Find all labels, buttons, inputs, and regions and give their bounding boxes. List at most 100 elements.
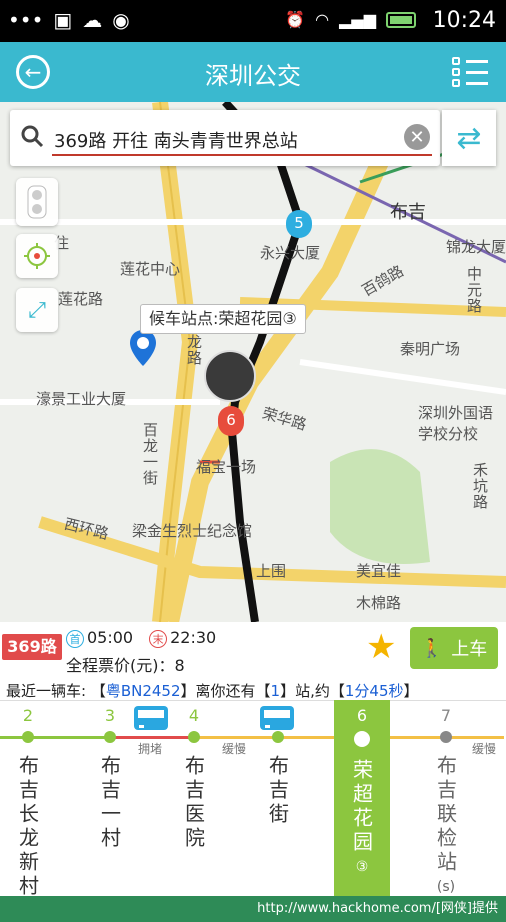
search-box[interactable]: 369路 开往 南头青青世界总站 ✕	[10, 110, 440, 166]
stop-dot	[354, 731, 370, 747]
stop-dot	[188, 731, 200, 743]
bus-icon	[134, 706, 173, 730]
last-bus-time: 末 22:30	[149, 628, 216, 648]
next-bus-mid: 】离你还有【	[180, 682, 271, 700]
page-title: 深圳公交	[205, 62, 301, 90]
status-bar: ••• ▣ ☁ ◉ ⏰ ◠ ▂▄▆ 10:24	[0, 0, 506, 42]
stop-item[interactable]: 4 布吉医院	[166, 700, 222, 896]
traffic-label: 缓慢	[472, 742, 497, 756]
stop-number: 3	[104, 706, 116, 725]
stop-name: 布吉医院	[181, 755, 206, 851]
battery-icon	[386, 11, 416, 28]
stop-dot	[440, 731, 452, 743]
traffic-layer-button[interactable]	[16, 178, 58, 226]
map-label: 禾坑路	[471, 462, 489, 510]
map-label: 上围	[256, 562, 287, 580]
map-label: 秦明广场	[400, 340, 461, 358]
stop-item[interactable]: 5 布吉街	[250, 700, 306, 896]
map-label: 锦龙大厦	[446, 238, 506, 256]
next-bus-suffix: 】	[403, 682, 419, 700]
next-bus-info: 最近一辆车: 【粤BN2452】离你还有【1】站,约【1分45秒】	[6, 680, 419, 701]
fare-text: 全程票价(元)：8	[66, 656, 185, 675]
first-bus-time: 首 05:00	[66, 628, 133, 648]
more-icon: •••	[8, 8, 44, 32]
stop-dot	[22, 731, 34, 743]
fullscreen-button[interactable]: ⤢	[16, 288, 58, 332]
stop-name: 布吉联检站	[433, 755, 458, 875]
stop-marker-6[interactable]: 6	[218, 406, 244, 436]
expand-icon: ⤢	[28, 297, 46, 323]
android-icon: ◉	[112, 8, 130, 32]
traffic-light-icon	[27, 185, 47, 219]
alarm-icon: ⏰	[285, 10, 306, 29]
next-bus-prefix: 最近一辆车: 【	[6, 682, 106, 700]
map-label: 百龙一街	[141, 422, 159, 486]
clear-icon[interactable]: ✕	[404, 124, 430, 150]
list-menu-button[interactable]	[452, 56, 488, 88]
map-roads	[0, 102, 506, 622]
traffic-label: 缓慢	[222, 742, 247, 756]
favorite-star-icon[interactable]: ★	[366, 630, 396, 664]
waiting-stop-callout: 候车站点:荣超花园③	[140, 304, 306, 334]
weather-icon: ☁	[82, 8, 103, 32]
map-label: 中元路	[465, 266, 483, 314]
board-bus-button[interactable]: 🚶 上车	[410, 627, 498, 669]
map-label: 布吉	[390, 202, 426, 223]
swap-arrows-icon: ⇄	[456, 120, 482, 156]
image-icon: ▣	[53, 8, 73, 32]
status-time: 10:24	[432, 8, 496, 33]
map-label: 莲花路	[58, 290, 104, 308]
map-label: 福宝一场	[196, 458, 257, 476]
stop-item[interactable]: 2 布吉长龙新村	[0, 700, 56, 899]
bus-eta: 1分45秒	[344, 682, 404, 700]
stop-number: 7	[440, 706, 452, 725]
walking-person-icon: 🚶	[420, 637, 444, 659]
route-number-badge: 369路	[2, 634, 62, 660]
signal-icon: ▂▄▆	[339, 10, 376, 29]
avatar[interactable]	[204, 350, 256, 402]
stop-item[interactable]: 7 布吉联检站 (s)	[418, 700, 474, 896]
stop-item[interactable]: 3 布吉一村	[82, 700, 138, 896]
map-label: 濠景工业大厦	[36, 390, 127, 408]
map-label: 莲花中心	[120, 260, 181, 278]
location-pin-icon	[130, 330, 156, 366]
stop-number: 6	[356, 706, 368, 725]
bus-plate: 粤BN2452	[105, 682, 181, 700]
stop-dot	[272, 731, 284, 743]
locate-button[interactable]	[16, 234, 58, 278]
status-left-icons: ••• ▣ ☁ ◉	[8, 8, 130, 32]
search-icon	[21, 125, 44, 148]
board-button-label: 上车	[451, 639, 488, 660]
status-right-icons: ⏰ ◠ ▂▄▆	[285, 10, 416, 29]
map-view[interactable]: 莲花中心 莲花路 住 濠景工业大厦 百龙一街 西环路 梁金生烈士纪念馆 福宝一场…	[0, 102, 506, 622]
last-bus-icon: 末	[149, 630, 168, 648]
stop-sub: ③	[355, 859, 369, 875]
title-bar: ← 深圳公交	[0, 42, 506, 102]
stop-number: 2	[22, 706, 34, 725]
stops-away: 1	[270, 682, 281, 700]
traffic-label: 拥堵	[138, 742, 163, 756]
stop-item-current[interactable]: 6 荣超花园 ③	[334, 700, 390, 896]
stop-name: 布吉一村	[97, 755, 122, 851]
stop-number: 4	[188, 706, 200, 725]
first-bus-icon: 首	[66, 630, 84, 648]
last-time-value: 22:30	[170, 628, 217, 647]
map-label: 木棉路	[356, 594, 402, 612]
map-label: 美宜佳	[356, 562, 402, 580]
first-time-value: 05:00	[87, 628, 134, 647]
map-label: 永兴大厦	[260, 244, 321, 262]
map-label: 梁金生烈士纪念馆	[132, 522, 253, 540]
map-label: 龙路	[185, 334, 203, 366]
stop-sub: (s)	[436, 879, 456, 895]
map-label: 深圳外国语学校分校	[418, 404, 494, 443]
service-times: 首 05:00 末 22:30	[66, 628, 216, 648]
search-underline	[52, 154, 432, 156]
stop-name: 布吉街	[265, 755, 290, 827]
stop-marker-5[interactable]: 5	[286, 210, 312, 238]
next-bus-mid2: 】站,约【	[280, 682, 345, 700]
stop-name: 布吉长龙新村	[15, 755, 40, 899]
locate-icon	[24, 243, 50, 269]
search-input[interactable]: 369路 开往 南头青青世界总站	[54, 127, 298, 153]
stop-name: 荣超花园	[349, 759, 374, 855]
swap-direction-button[interactable]: ⇄	[442, 110, 496, 166]
